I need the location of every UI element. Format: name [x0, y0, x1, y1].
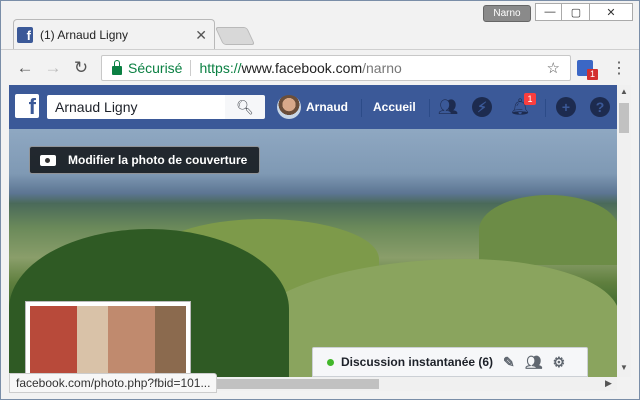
messenger-icon[interactable]: ⚡︎: [471, 96, 493, 118]
group-chat-icon[interactable]: 👥︎: [525, 354, 543, 371]
facebook-top-bar: f 🔍︎ Arnaud Accueil 👥︎ ⚡︎ 🔔︎ 1 + ?: [9, 85, 617, 129]
facebook-favicon-icon: f: [17, 27, 33, 43]
omnibox-separator: [190, 60, 192, 76]
lock-icon: [112, 59, 122, 75]
new-message-icon[interactable]: ✎: [503, 354, 515, 371]
online-status-icon: [327, 358, 334, 366]
nav-divider: [429, 99, 430, 117]
reload-icon[interactable]: ↻: [71, 58, 91, 78]
camera-icon: [40, 154, 56, 166]
scroll-right-icon[interactable]: ▶: [605, 378, 612, 389]
help-icon[interactable]: ?: [589, 96, 611, 118]
vertical-scrollbar[interactable]: ▲ ▼: [617, 85, 631, 377]
tab-content[interactable]: f (1) Arnaud Ligny ✕: [17, 23, 207, 47]
scroll-down-icon[interactable]: ▼: [620, 363, 628, 372]
forward-arrow-icon[interactable]: →: [43, 58, 63, 78]
secure-label: Sécurisé: [128, 60, 183, 76]
profile-photo-image: [30, 306, 186, 377]
maximize-button[interactable]: ▢: [561, 3, 591, 21]
home-link[interactable]: Accueil: [373, 100, 416, 114]
title-bar: f (1) Arnaud Ligny ✕ Narno — ▢ ✕: [1, 1, 639, 50]
gear-icon[interactable]: ⚙: [553, 354, 566, 371]
horizontal-scroll-thumb[interactable]: [199, 379, 379, 389]
edit-cover-label: Modifier la photo de couverture: [68, 153, 248, 167]
profile-picture[interactable]: [25, 301, 191, 377]
new-tab-button[interactable]: [214, 27, 256, 45]
vertical-scroll-thumb[interactable]: [619, 103, 629, 133]
plus-icon[interactable]: +: [555, 96, 577, 118]
search-button[interactable]: 🔍︎: [225, 95, 265, 119]
nav-divider: [545, 99, 546, 117]
tab-close-icon[interactable]: ✕: [195, 27, 207, 44]
chat-label: Discussion instantanée (6): [341, 355, 494, 369]
profile-button[interactable]: Narno: [483, 5, 531, 22]
url-path: /narno: [362, 60, 402, 76]
scroll-up-icon[interactable]: ▲: [620, 87, 628, 96]
notifications-badge: 1: [524, 93, 536, 105]
facebook-logo[interactable]: f: [15, 94, 39, 118]
avatar[interactable]: [277, 95, 301, 119]
browser-toolbar: ← → ↻ Sécurisé https:// www.facebook.com…: [1, 49, 639, 86]
url-scheme: https://: [199, 60, 242, 76]
profile-link[interactable]: Arnaud: [306, 100, 348, 114]
tab-title: (1) Arnaud Ligny: [40, 28, 129, 42]
extension-badge: 1: [587, 69, 598, 80]
browser-window: f (1) Arnaud Ligny ✕ Narno — ▢ ✕ ← → ↻ S…: [0, 0, 640, 400]
back-arrow-icon[interactable]: ←: [15, 58, 35, 78]
web-page: f 🔍︎ Arnaud Accueil 👥︎ ⚡︎ 🔔︎ 1 + ?: [9, 85, 617, 377]
browser-menu-icon[interactable]: ⋮: [611, 58, 627, 78]
edit-cover-button[interactable]: Modifier la photo de couverture: [29, 146, 260, 174]
chat-bar[interactable]: Discussion instantanée (6) ✎ 👥︎ ⚙: [312, 347, 588, 377]
cover-scenery: [479, 195, 617, 265]
url-host: www.facebook.com: [241, 60, 363, 76]
search-icon: 🔍︎: [236, 98, 254, 115]
close-window-button[interactable]: ✕: [589, 3, 633, 21]
nav-divider: [361, 99, 362, 117]
status-bar-url: facebook.com/photo.php?fbid=101...: [9, 373, 218, 393]
search-input[interactable]: [47, 95, 225, 119]
friends-icon[interactable]: 👥︎: [437, 96, 459, 118]
bookmark-star-icon[interactable]: ☆: [547, 59, 560, 77]
address-bar[interactable]: Sécurisé https:// www.facebook.com /narn…: [101, 55, 571, 81]
